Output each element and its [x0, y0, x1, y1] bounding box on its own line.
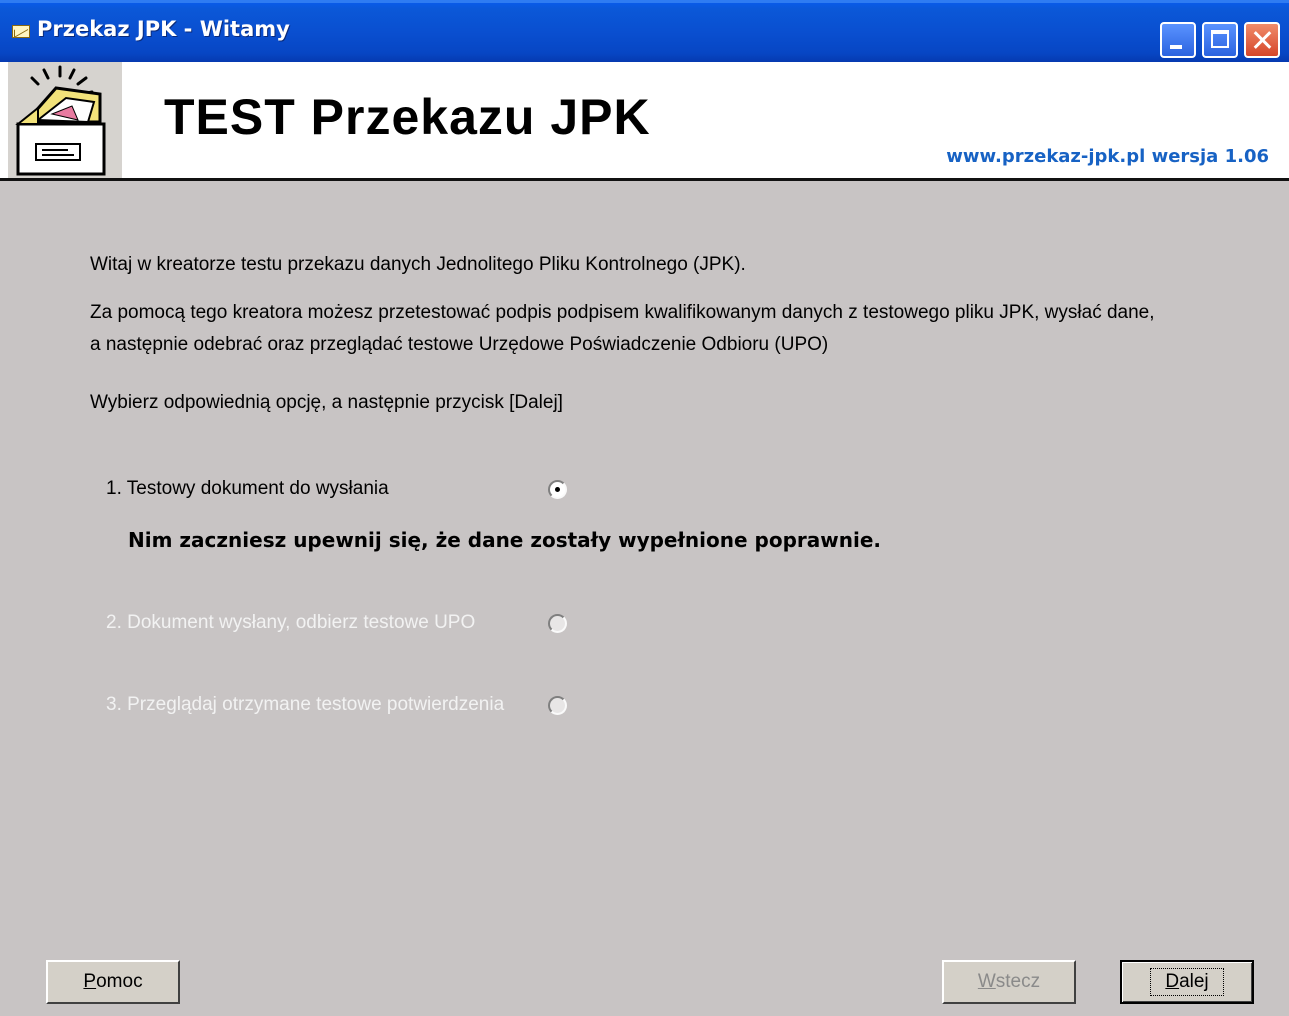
website-version-label: www.przekaz-jpk.pl wersja 1.06: [946, 146, 1269, 167]
option-2-radio: [548, 614, 567, 633]
help-button[interactable]: Pomoc: [46, 960, 180, 1004]
intro-text-line-1: Witaj w kreatorze testu przekazu danych …: [90, 254, 746, 275]
option-2-label: 2. Dokument wysłany, odbierz testowe UPO: [106, 612, 476, 633]
maximize-button[interactable]: [1202, 22, 1238, 58]
page-title: TEST Przekazu JPK: [164, 89, 651, 145]
instruction-text: Wybierz odpowiednią opcję, a następnie p…: [90, 392, 563, 413]
wizard-header: TEST Przekazu JPK www.przekaz-jpk.pl wer…: [0, 62, 1289, 181]
next-button[interactable]: Dalej: [1120, 960, 1254, 1004]
next-button-mnemonic: D: [1165, 971, 1180, 992]
intro-text-line-2: Za pomocą tego kreatora możesz przetesto…: [90, 302, 1155, 323]
title-bar[interactable]: Przekaz JPK - Witamy: [0, 0, 1289, 62]
wizard-logo: [8, 62, 122, 178]
option-3-radio: [548, 696, 567, 715]
help-button-label: omoc: [96, 971, 143, 992]
window-title: Przekaz JPK - Witamy: [37, 17, 290, 41]
envelope-icon: [12, 25, 30, 38]
back-button-mnemonic: W: [977, 971, 996, 992]
mailbox-icon: [15, 65, 106, 176]
option-1-radio[interactable]: [548, 480, 567, 499]
warning-text: Nim zaczniesz upewnij się, że dane zosta…: [128, 528, 881, 552]
help-button-mnemonic: P: [83, 971, 97, 992]
option-1-label[interactable]: 1. Testowy dokument do wysłania: [106, 478, 389, 500]
next-button-label: alej: [1179, 971, 1209, 992]
next-button-focus: Dalej: [1150, 968, 1224, 996]
close-button[interactable]: [1244, 22, 1280, 58]
back-button: Wstecz: [942, 960, 1076, 1004]
option-3-label: 3. Przeglądaj otrzymane testowe potwierd…: [106, 694, 505, 715]
back-button-label: stecz: [995, 971, 1041, 992]
intro-text-line-3: a następnie odebrać oraz przeglądać test…: [90, 334, 829, 355]
minimize-button[interactable]: [1160, 22, 1196, 58]
